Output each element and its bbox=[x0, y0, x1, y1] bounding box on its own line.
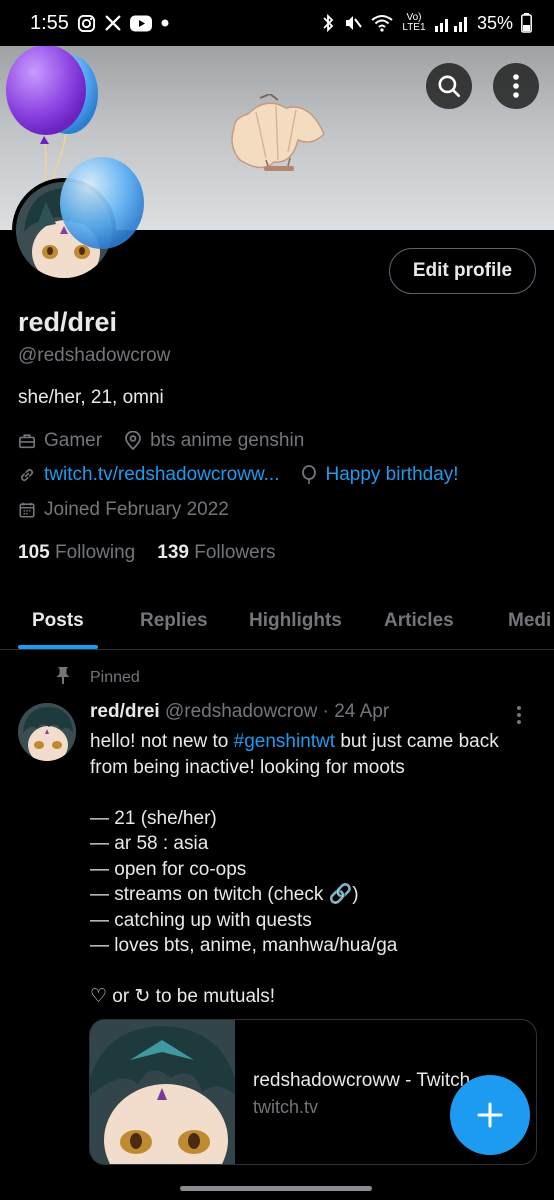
pinned-label: Pinned bbox=[90, 668, 140, 686]
post-line: — 21 (she/her) bbox=[90, 807, 217, 829]
status-time: 1:55 bbox=[30, 11, 69, 34]
instagram-icon bbox=[77, 14, 96, 33]
location-pin-icon bbox=[124, 431, 142, 451]
post-line: ♡ or ↻ to be mutuals! bbox=[90, 986, 276, 1007]
battery-icon bbox=[521, 13, 532, 33]
profile-meta-row: Joined February 2022 bbox=[18, 499, 251, 521]
tab-media[interactable]: Medi bbox=[508, 592, 551, 650]
post-more-button[interactable] bbox=[516, 705, 522, 730]
profile-tabs: Posts Replies Highlights Articles Medi bbox=[0, 592, 554, 650]
post-line: — loves bts, anime, manhwa/hua/ga bbox=[90, 935, 398, 956]
link-icon bbox=[18, 466, 36, 484]
home-indicator[interactable] bbox=[180, 1186, 372, 1191]
pin-icon bbox=[54, 665, 72, 690]
birthday-link[interactable]: Happy birthday! bbox=[325, 464, 458, 486]
post-separator: · bbox=[322, 701, 329, 722]
active-tab-indicator bbox=[18, 645, 98, 649]
following-count: 105 bbox=[18, 542, 50, 563]
edit-profile-button[interactable]: Edit profile bbox=[389, 248, 536, 294]
profile-meta-row: twitch.tv/redshadowcroww... Happy birthd… bbox=[18, 464, 481, 486]
dot-icon bbox=[160, 18, 170, 28]
profile-bio: she/her, 21, omni bbox=[18, 387, 164, 408]
compose-post-button[interactable] bbox=[450, 1075, 530, 1155]
post-avatar[interactable] bbox=[18, 703, 76, 761]
search-button[interactable] bbox=[426, 63, 472, 109]
following-label: Following bbox=[54, 542, 136, 563]
tab-posts[interactable]: Posts bbox=[32, 592, 84, 650]
post-line: — open for co-ops bbox=[90, 858, 247, 880]
signal-icon bbox=[434, 14, 469, 32]
profile-website-link[interactable]: twitch.tv/redshadowcroww... bbox=[44, 464, 279, 486]
wifi-icon bbox=[371, 14, 393, 32]
search-icon bbox=[438, 75, 461, 98]
profile-handle: @redshadowcrow bbox=[18, 345, 171, 366]
link-preview-image bbox=[90, 1020, 235, 1164]
post-line: — ar 58 : asia bbox=[90, 833, 209, 854]
balloon-icon bbox=[301, 465, 317, 485]
profile-category: Gamer bbox=[44, 430, 103, 451]
link-preview-title: redshadowcroww - Twitch bbox=[253, 1070, 471, 1091]
post-line: — streams on twitch (check 🔗) bbox=[90, 884, 359, 905]
post-text: hello! not new to #genshintwt but just c… bbox=[90, 729, 535, 1010]
tab-replies[interactable]: Replies bbox=[140, 592, 208, 650]
link-preview-domain: twitch.tv bbox=[253, 1097, 319, 1117]
followers-label: Followers bbox=[194, 542, 276, 563]
post-line: but just came back bbox=[335, 731, 499, 752]
post-line: — catching up with quests bbox=[90, 909, 312, 931]
plus-icon bbox=[477, 1102, 503, 1128]
more-vertical-icon bbox=[513, 74, 519, 98]
status-bar: 1:55 Vo) LTE1 35% bbox=[0, 0, 554, 46]
youtube-icon bbox=[129, 15, 152, 32]
display-name: red/drei bbox=[18, 307, 118, 337]
profile-meta-row: Gamer bts anime genshin bbox=[18, 430, 326, 452]
tab-articles[interactable]: Articles bbox=[384, 592, 454, 650]
more-options-button[interactable] bbox=[493, 63, 539, 109]
post-author-name[interactable]: red/drei bbox=[90, 701, 160, 722]
airship-illustration bbox=[231, 94, 325, 171]
following-link[interactable]: 105 Following bbox=[18, 542, 135, 564]
followers-link[interactable]: 139 Followers bbox=[157, 542, 275, 564]
briefcase-icon bbox=[18, 432, 36, 450]
network-label: Vo) LTE1 bbox=[402, 12, 426, 33]
calendar-icon bbox=[18, 501, 36, 519]
mute-icon bbox=[343, 13, 363, 33]
profile-location: bts anime genshin bbox=[150, 430, 305, 451]
pinned-indicator: Pinned bbox=[54, 665, 140, 690]
tab-highlights[interactable]: Highlights bbox=[249, 592, 342, 650]
joined-date: Joined February 2022 bbox=[44, 499, 229, 520]
battery-percent: 35% bbox=[476, 12, 513, 33]
post-date[interactable]: 24 Apr bbox=[334, 701, 389, 722]
bluetooth-icon bbox=[321, 13, 335, 33]
more-vertical-icon bbox=[517, 706, 521, 724]
post-header: red/drei @redshadowcrow · 24 Apr bbox=[90, 701, 389, 723]
post-line: from being inactive! looking for moots bbox=[90, 756, 405, 778]
followers-count: 139 bbox=[157, 542, 189, 563]
post-line: hello! not new to bbox=[90, 731, 234, 752]
follow-stats: 105 Following 139 Followers bbox=[18, 542, 276, 564]
hashtag-link[interactable]: #genshintwt bbox=[234, 731, 335, 752]
blue-balloon bbox=[60, 157, 144, 249]
x-icon bbox=[104, 14, 122, 32]
post-author-handle[interactable]: @redshadowcrow bbox=[165, 701, 317, 722]
